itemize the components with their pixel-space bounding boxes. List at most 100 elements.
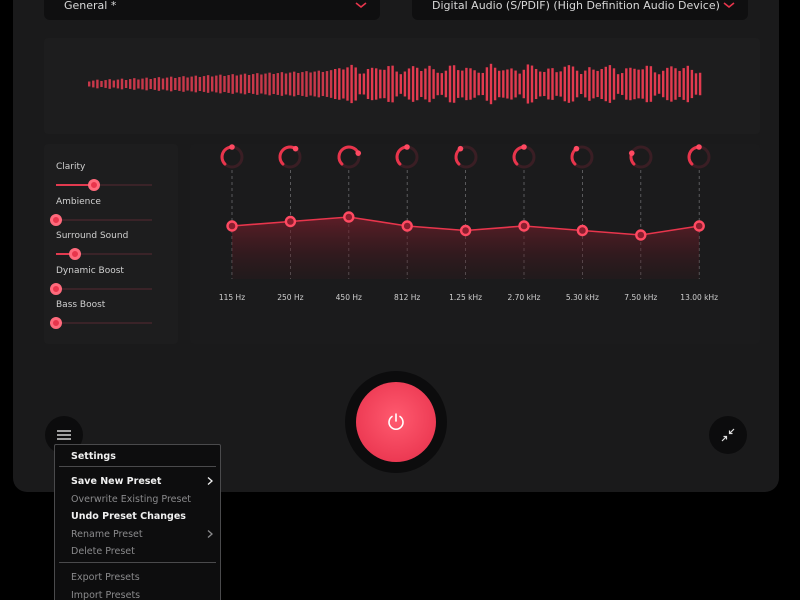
menu-item-overwrite-existing-preset[interactable]: Overwrite Existing Preset (71, 491, 214, 507)
eq-band-knob[interactable] (336, 144, 362, 170)
eq-band-knob[interactable] (569, 144, 595, 170)
menu-item-label: Undo Preset Changes (71, 510, 186, 522)
waveform-bar (399, 74, 402, 94)
waveform-bar (313, 71, 316, 97)
preset-dropdown[interactable]: General * (44, 0, 380, 20)
waveform-bar (223, 75, 226, 93)
power-button[interactable] (356, 382, 436, 462)
waveform-bar (198, 76, 202, 92)
eq-band-knob[interactable] (219, 144, 245, 170)
waveform-bar (141, 78, 144, 90)
menu-item-rename-preset[interactable]: Rename Preset (71, 526, 214, 542)
effect-slider-label: Bass Boost (56, 300, 106, 310)
eq-frequency-label: 450 Hz (335, 293, 362, 302)
waveform-bar (145, 77, 148, 91)
waveform-bar (370, 67, 374, 101)
slider-track[interactable] (50, 213, 152, 226)
effect-slider[interactable]: Surround Sound (56, 231, 166, 260)
menu-item-settings[interactable]: Settings (71, 448, 214, 464)
waveform-bar (366, 69, 370, 99)
waveform-bar (485, 67, 489, 101)
eq-frequency-label: 812 Hz (394, 293, 421, 302)
menu-item-import-presets[interactable]: Import Presets (71, 587, 214, 600)
waveform-bar (493, 67, 497, 101)
effect-slider[interactable]: Bass Boost (50, 300, 166, 329)
waveform-bar (633, 68, 636, 100)
waveform-bar (649, 66, 653, 102)
waveform-bar (391, 65, 394, 103)
slider-handle[interactable] (50, 282, 62, 295)
waveform-bar (219, 74, 222, 94)
waveform-bar (674, 68, 677, 100)
eq-band-knob[interactable] (453, 144, 479, 170)
device-dropdown[interactable]: Digital Audio (S/PDIF) (High Definition … (412, 0, 748, 20)
device-dropdown-value: Digital Audio (S/PDIF) (High Definition … (432, 0, 720, 12)
effect-slider[interactable]: Ambience (50, 196, 166, 226)
waveform-bar (612, 68, 616, 100)
eq-frequency-label: 250 Hz (277, 293, 304, 302)
waveform-bar (502, 70, 505, 98)
waveform-bar (670, 66, 673, 102)
waveform-bar (506, 69, 509, 99)
waveform-bar (247, 74, 251, 94)
waveform-bar (682, 68, 685, 100)
waveform-bar (206, 75, 210, 93)
eq-band-knob[interactable] (628, 144, 654, 170)
effect-slider[interactable]: Dynamic Boost (50, 266, 166, 295)
slider-track[interactable] (56, 248, 152, 260)
eq-band-handle[interactable] (284, 215, 297, 228)
waveform-bar (657, 74, 661, 94)
waveform-bar (375, 68, 378, 100)
eq-band-handle[interactable] (635, 229, 647, 241)
slider-handle[interactable] (50, 317, 62, 329)
effects-panel: Clarity Ambience Surround Sound Dynamic Boo… (44, 144, 178, 344)
waveform-bar (379, 69, 382, 99)
effect-slider-label: Ambience (56, 196, 101, 207)
menu-item-save-new-preset[interactable]: Save New Preset (71, 473, 214, 489)
waveform-bar (153, 78, 156, 90)
eq-band-knob[interactable] (394, 144, 420, 170)
waveform-bar (526, 64, 530, 104)
menu-item-undo-preset-changes[interactable]: Undo Preset Changes (71, 508, 214, 524)
eq-band-handle[interactable] (226, 220, 238, 232)
eq-band-knob[interactable] (511, 144, 537, 170)
waveform-bar (444, 70, 448, 98)
waveform-bar (588, 67, 591, 101)
eq-band-knob[interactable] (277, 144, 303, 170)
waveform-bar (362, 73, 366, 95)
collapse-button[interactable] (709, 416, 747, 454)
slider-track[interactable] (50, 282, 152, 295)
waveform-bar (432, 69, 435, 99)
eq-band-handle[interactable] (401, 220, 413, 232)
slider-track[interactable] (56, 179, 152, 191)
waveform-bar (416, 67, 419, 101)
slider-handle[interactable] (50, 213, 62, 226)
eq-band-handle[interactable] (343, 211, 355, 223)
waveform-bar (288, 72, 292, 96)
menu-item-export-presets[interactable]: Export Presets (71, 569, 214, 585)
waveform-bar (383, 69, 386, 99)
waveform-bar (592, 69, 595, 99)
waveform-bar (211, 76, 214, 92)
eq-band-knob[interactable] (686, 144, 712, 170)
effect-slider[interactable]: Clarity (56, 162, 166, 191)
slider-track[interactable] (50, 317, 152, 329)
eq-band-handle[interactable] (693, 220, 705, 232)
menu-item-label: Rename Preset (71, 528, 143, 540)
slider-handle[interactable] (88, 179, 101, 191)
waveform-bar (321, 71, 325, 97)
waveform-bar (231, 74, 234, 94)
menu-item-delete-preset[interactable]: Delete Preset (71, 543, 214, 559)
waveform-bar (268, 72, 271, 96)
slider-handle[interactable] (69, 248, 82, 260)
waveform-bar (104, 80, 107, 88)
waveform-bar (567, 65, 571, 103)
eq-band-handle[interactable] (518, 220, 530, 232)
waveform-bar (407, 68, 411, 100)
waveform-bar (129, 79, 132, 89)
eq-band-handle[interactable] (459, 224, 472, 237)
eq-band-handle[interactable] (576, 224, 589, 237)
waveform-bar (194, 75, 197, 93)
hamburger-icon (57, 430, 71, 440)
waveform-bar (428, 65, 431, 103)
